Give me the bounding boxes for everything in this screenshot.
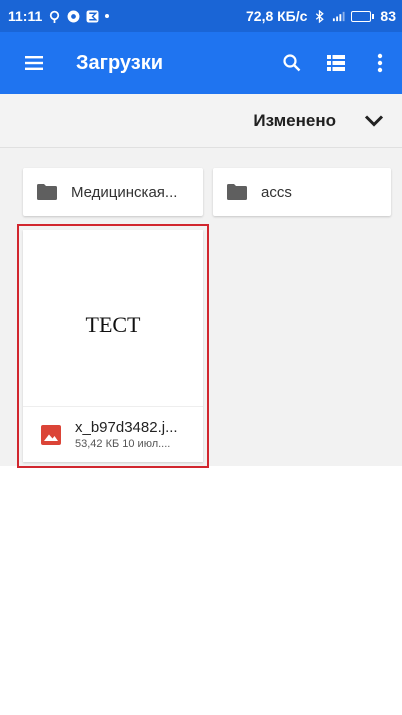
- network-speed: 72,8 КБ/с: [246, 8, 308, 24]
- list-view-icon: [327, 55, 345, 71]
- page-title: Загрузки: [76, 51, 164, 74]
- status-right: 72,8 КБ/с 83: [246, 8, 396, 24]
- status-left: 11:11: [8, 8, 110, 24]
- status-bar: 11:11 72,8 КБ/с 83: [0, 0, 402, 32]
- image-file-icon: [41, 424, 61, 445]
- file-name: x_b97d3482.j...: [75, 419, 178, 436]
- app-bar: Загрузки: [0, 32, 402, 94]
- chrome-icon: [67, 10, 80, 22]
- sort-bar: Изменено: [0, 94, 402, 148]
- notification-icon: [86, 10, 99, 22]
- signal-icon: [333, 11, 345, 21]
- folder-icon: [227, 184, 247, 200]
- menu-button[interactable]: [6, 32, 62, 94]
- folder-item-accs[interactable]: accs: [213, 168, 391, 216]
- status-time: 11:11: [8, 8, 43, 24]
- file-browser-content: Медицинская... accs ТЕСТ x_b97d3482.j...…: [0, 148, 402, 715]
- folder-item-medical[interactable]: Медицинская...: [23, 168, 203, 216]
- search-icon: [283, 54, 301, 72]
- battery-percent: 83: [380, 8, 396, 24]
- folder-label: Медицинская...: [71, 183, 178, 201]
- battery-icon: [351, 10, 375, 22]
- menu-icon: [25, 56, 43, 70]
- folder-label: accs: [261, 183, 292, 201]
- file-item[interactable]: ТЕСТ x_b97d3482.j... 53,42 КБ 10 июл....: [23, 230, 203, 462]
- more-notifications-icon: [105, 14, 110, 18]
- file-meta: x_b97d3482.j... 53,42 КБ 10 июл....: [75, 419, 178, 450]
- search-button[interactable]: [270, 32, 314, 94]
- more-options-button[interactable]: [358, 32, 402, 94]
- list-view-button[interactable]: [314, 32, 358, 94]
- folder-icon: [37, 184, 57, 200]
- sort-label[interactable]: Изменено: [253, 111, 336, 131]
- file-thumbnail-text: ТЕСТ: [85, 312, 141, 337]
- file-subtitle: 53,42 КБ 10 июл....: [75, 438, 171, 450]
- location-icon: [50, 10, 60, 23]
- file-info: x_b97d3482.j... 53,42 КБ 10 июл....: [23, 406, 203, 462]
- more-vert-icon: [377, 53, 383, 73]
- chevron-down-icon[interactable]: [364, 114, 384, 128]
- bluetooth-icon: [316, 9, 325, 23]
